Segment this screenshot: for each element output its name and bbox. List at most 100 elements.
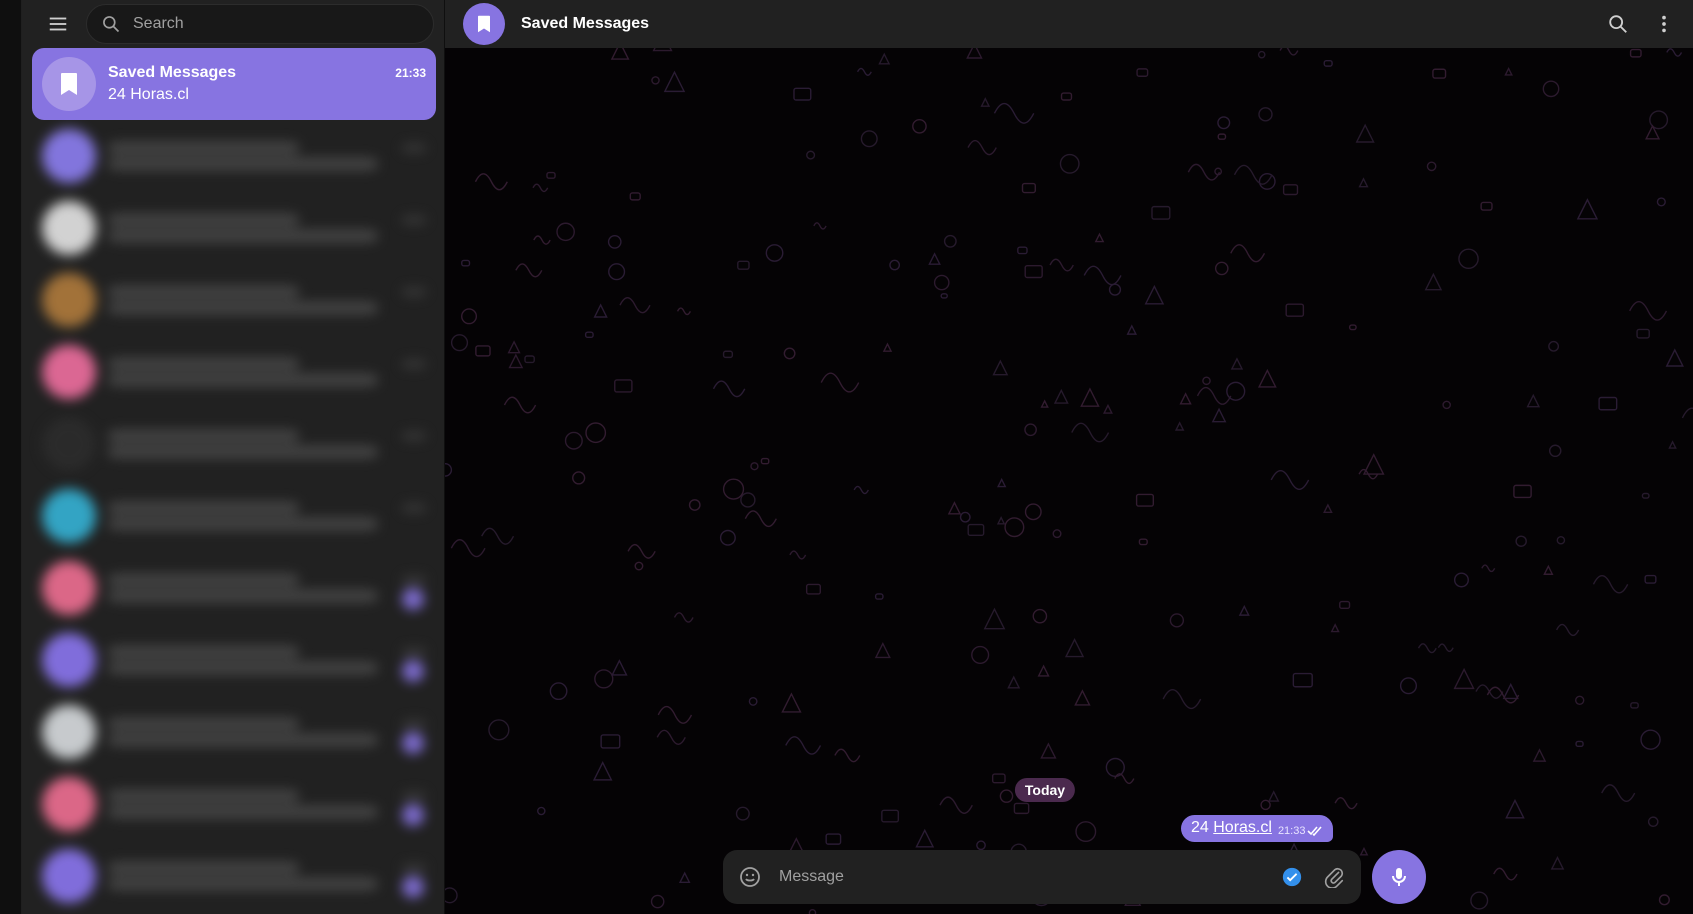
doodle-shape [1513,484,1532,499]
doodle-shape [806,150,816,160]
message-link[interactable]: Horas.cl [1213,819,1272,836]
doodle-shape [629,192,641,201]
doodle-shape [1080,387,1100,407]
chat-item-blurred[interactable] [32,696,436,768]
doodle-shape [1526,393,1541,408]
chat-item-blurred[interactable] [32,336,436,408]
chat-time-placeholder [402,504,426,512]
doodle-shape [678,871,691,884]
more-options-button[interactable] [1649,9,1679,39]
avatar [42,561,96,615]
chat-preview-placeholder [108,374,379,386]
search-box[interactable] [86,4,434,44]
chat-item-blurred[interactable] [32,408,436,480]
doodle-shape [1007,675,1021,689]
blurred-chat-list [32,120,436,912]
emoji-button[interactable] [735,862,765,892]
doodle-shape [1548,444,1562,458]
doodle-shape [719,529,736,546]
chat-meta [108,214,426,242]
message-time-text: 21:33 [1277,825,1306,837]
doodle-shape [1556,535,1566,545]
doodle-shape [1502,682,1519,700]
emoji-icon [740,867,760,887]
doodle-shape [967,139,997,156]
header-search-button[interactable] [1603,9,1633,39]
doodle-shape [1230,244,1266,263]
doodle-shape [475,345,491,357]
doodle-shape [1049,258,1074,272]
doodle-shape [564,431,583,450]
doodle-shape [980,97,991,107]
chat-time-placeholder [402,864,426,872]
chat-meta [108,430,426,458]
chat-title-placeholder [108,286,299,298]
chat-row [108,574,426,586]
doodle-shape [549,682,568,701]
doodle-shape [1629,301,1668,321]
doodle-shape [1548,340,1560,352]
doodle-shape [481,527,515,545]
chat-item-blurred[interactable] [32,768,436,840]
attach-button[interactable] [1319,862,1349,892]
chat-item-blurred[interactable] [32,840,436,912]
doodle-shape [760,457,770,465]
doodle-shape [1515,535,1527,547]
doodle-shape [785,736,822,755]
doodle-shape [445,462,453,477]
chat-item-blurred[interactable] [32,552,436,624]
doodle-shape [1040,742,1057,759]
chat-item-blurred[interactable] [32,624,436,696]
doodle-shape [607,235,622,249]
message-input[interactable] [777,867,1265,887]
header-actions [1603,9,1679,39]
header-avatar[interactable] [463,3,505,45]
doodle-shape [1543,564,1554,575]
chat-title-placeholder [108,430,299,442]
doodle-shape [1417,643,1437,654]
search-input[interactable] [131,14,419,34]
doodle-shape [1480,201,1493,211]
doodle-shape [1021,182,1036,194]
avatar [42,57,96,111]
chat-meta [108,790,426,818]
chat-title-placeholder [108,718,299,730]
doodle-shape [1640,729,1661,750]
chat-title: Saved Messages [108,64,237,81]
chat-meta: Saved Messages 21:33 24 Horas.cl [108,64,426,104]
doodle-shape [1169,613,1185,628]
chat-item-blurred[interactable] [32,192,436,264]
message-time: 21:33 [1278,825,1324,837]
chat-time-placeholder [402,432,426,440]
doodle-shape [750,462,759,471]
doodle-shape [947,501,962,515]
doodle-shape [1282,184,1299,196]
avatar [42,633,96,687]
doodle-shape [627,543,656,559]
doodle-shape [856,67,872,76]
verified-button[interactable] [1277,862,1307,892]
microphone-icon [1392,868,1406,886]
chat-area: Saved Messages Today 24 Horas.cl 21:33 M… [445,0,1693,914]
message-bubble[interactable]: 24 Horas.cl 21:33 [1181,815,1334,842]
doodle-shape [1550,856,1565,870]
doodle-shape [461,259,471,267]
doodle-shape [928,252,941,265]
chat-item-blurred[interactable] [32,264,436,336]
doodle-shape [461,308,478,325]
chat-preview-placeholder [108,734,379,746]
menu-button[interactable] [44,10,72,38]
chat-item-saved-messages[interactable]: Saved Messages 21:33 24 Horas.cl [32,48,436,120]
chat-item-blurred[interactable] [32,120,436,192]
chat-row [108,286,426,298]
doodle-shape [740,492,756,508]
doodle-shape [532,183,549,193]
doodle-shape [1230,357,1244,370]
doodle-shape [1071,422,1110,443]
chat-item-blurred[interactable] [32,480,436,552]
voice-record-button[interactable] [1372,850,1426,904]
chat-header-title[interactable]: Saved Messages [521,15,1603,33]
unread-badge [402,660,424,682]
doodle-shape [1053,388,1069,404]
doodle-shape [966,48,983,59]
